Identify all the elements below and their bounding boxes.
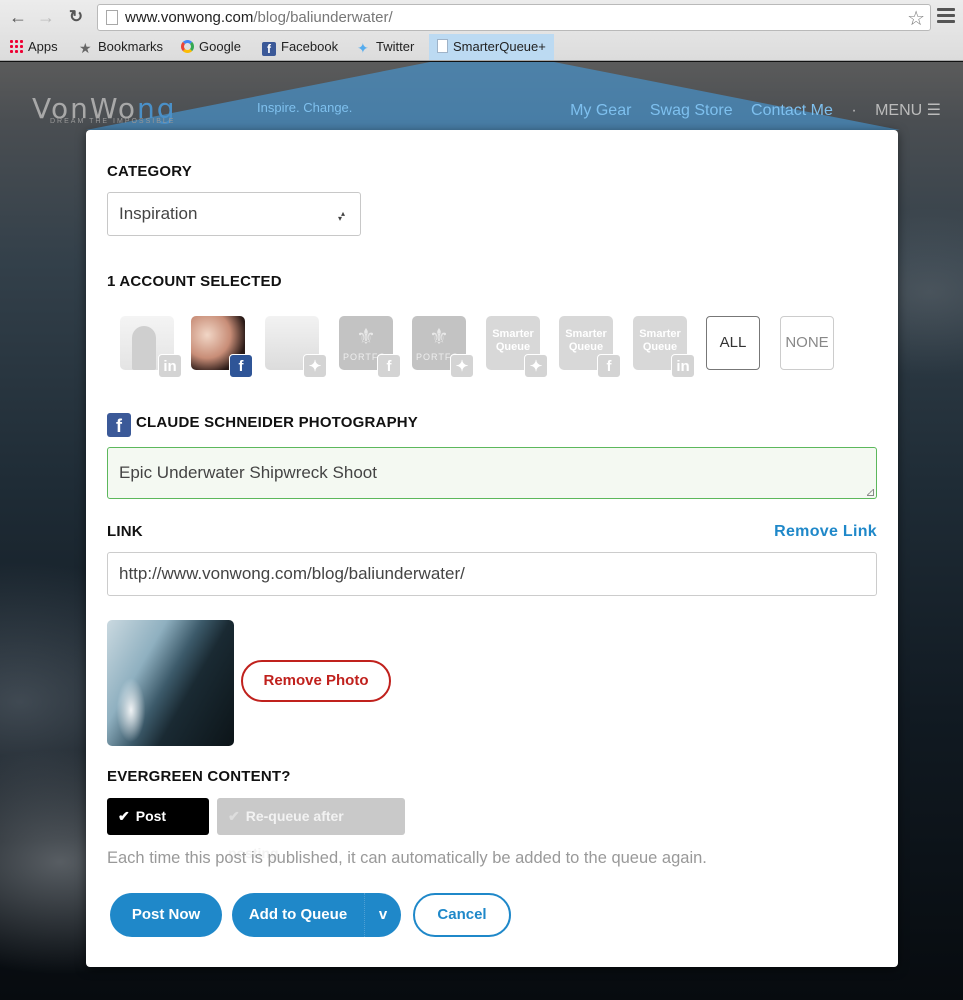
twitter-icon: ✦ bbox=[450, 354, 474, 378]
browser-menu-icon[interactable] bbox=[937, 8, 955, 26]
facebook-icon: f bbox=[107, 413, 131, 437]
category-label: CATEGORY bbox=[107, 163, 192, 180]
bookmark-label: Facebook bbox=[281, 39, 339, 54]
page-icon bbox=[437, 39, 448, 53]
evergreen-label: EVERGREEN CONTENT? bbox=[107, 768, 291, 785]
remove-photo-button[interactable]: Remove Photo bbox=[241, 660, 391, 702]
account-picker: in f ✦ ⚜ PORTFO f ⚜ PORTFO ✦ Smarter Que… bbox=[120, 316, 850, 378]
message-text: Epic Underwater Shipwreck Shoot bbox=[119, 463, 377, 482]
reload-icon[interactable]: ↻ bbox=[66, 7, 86, 27]
nav-menu[interactable]: MENU ☰ bbox=[875, 102, 941, 119]
bookmark-label: Apps bbox=[28, 39, 58, 54]
nav-separator: · bbox=[851, 102, 857, 119]
linkedin-icon: in bbox=[671, 354, 695, 378]
bookmark-star-icon[interactable]: ☆ bbox=[907, 6, 925, 31]
bookmarks-bar: Apps ★ Bookmarks Google f Facebook ✦ Twitte… bbox=[0, 34, 963, 60]
account-smarterqueue-twitter[interactable]: Smarter Queue ✦ bbox=[486, 316, 548, 378]
queue-options-dropdown[interactable]: v bbox=[365, 893, 401, 937]
nav-swag-store[interactable]: Swag Store bbox=[650, 102, 733, 119]
google-icon bbox=[181, 40, 194, 53]
account-smarterqueue-facebook[interactable]: Smarter Queue f bbox=[559, 316, 621, 378]
bookmark-label: Google bbox=[199, 39, 241, 54]
select-arrows-icon: ▴▾ bbox=[337, 209, 345, 223]
bookmark-google[interactable]: Google bbox=[181, 34, 241, 60]
evergreen-help-text: Each time this post is published, it can… bbox=[107, 849, 707, 867]
add-to-queue-split-button: Add to Queue v bbox=[232, 893, 401, 937]
select-all-button[interactable]: ALL bbox=[706, 316, 760, 370]
message-textarea[interactable]: Epic Underwater Shipwreck Shoot bbox=[107, 447, 877, 499]
post-now-button[interactable]: Post Now bbox=[110, 893, 222, 937]
link-input[interactable]: http://www.vonwong.com/blog/baliunderwat… bbox=[107, 552, 877, 596]
fleur-de-lis-icon: ⚜ bbox=[429, 324, 449, 349]
page-icon bbox=[106, 10, 118, 25]
address-bar[interactable]: www.vonwong.com/blog/baliunderwater/ ☆ bbox=[97, 4, 931, 31]
site-nav: My Gear Swag Store Contact Me · MENU ☰ bbox=[556, 100, 941, 120]
forward-arrow-icon[interactable]: → bbox=[36, 7, 56, 27]
accounts-selected-label: 1 ACCOUNT SELECTED bbox=[107, 273, 282, 290]
browser-toolbar: ← → ↻ www.vonwong.com/blog/baliunderwate… bbox=[0, 0, 963, 61]
star-icon: ★ bbox=[79, 40, 92, 56]
facebook-icon: f bbox=[377, 354, 401, 378]
facebook-icon: f bbox=[262, 42, 276, 56]
post-once-toggle[interactable]: ✔ Post once bbox=[107, 798, 209, 861]
account-heading: CLAUDE SCHNEIDER PHOTOGRAPHY bbox=[136, 414, 419, 431]
requeue-toggle[interactable]: ✔ Re-queue after posting bbox=[217, 798, 405, 861]
bookmark-label: Twitter bbox=[376, 39, 415, 54]
add-to-queue-button[interactable]: Add to Queue bbox=[232, 893, 364, 937]
smarterqueue-post-dialog: CATEGORY Inspiration ▴▾ 1 ACCOUNT SELECT… bbox=[86, 130, 898, 967]
url-host: www.vonwong.com bbox=[125, 9, 254, 26]
account-label: Smarter Queue bbox=[492, 328, 534, 353]
link-preview-image bbox=[107, 620, 234, 746]
link-label: LINK bbox=[107, 523, 143, 540]
nav-my-gear[interactable]: My Gear bbox=[570, 102, 631, 119]
account-claude-schneider-photography[interactable]: f bbox=[191, 316, 253, 378]
resize-handle-icon[interactable] bbox=[867, 489, 874, 496]
bookmark-twitter[interactable]: ✦ Twitter bbox=[357, 34, 414, 60]
checkmark-icon: ✔ bbox=[118, 808, 130, 824]
bookmark-label: Bookmarks bbox=[98, 39, 164, 54]
twitter-icon: ✦ bbox=[524, 354, 548, 378]
account-portfolio-facebook[interactable]: ⚜ PORTFO f bbox=[339, 316, 401, 378]
account-linkedin-profile[interactable]: in bbox=[120, 316, 182, 378]
account-portfolio-twitter[interactable]: ⚜ PORTFO ✦ bbox=[412, 316, 474, 378]
apps-grid-icon bbox=[9, 39, 23, 53]
bookmark-apps[interactable]: Apps bbox=[9, 34, 58, 60]
linkedin-icon: in bbox=[158, 354, 182, 378]
bookmark-bookmarks[interactable]: ★ Bookmarks bbox=[79, 34, 163, 60]
site-tagline: Inspire. Change. bbox=[257, 100, 353, 115]
facebook-icon: f bbox=[229, 354, 253, 378]
account-label: Smarter Queue bbox=[639, 328, 681, 353]
twitter-icon: ✦ bbox=[303, 354, 327, 378]
twitter-icon: ✦ bbox=[357, 40, 369, 56]
url-text[interactable]: www.vonwong.com/blog/baliunderwater/ bbox=[125, 9, 393, 26]
bookmark-smarterqueue[interactable]: SmarterQueue+ bbox=[429, 34, 554, 60]
account-smarterqueue-linkedin[interactable]: Smarter Queue in bbox=[633, 316, 695, 378]
link-value: http://www.vonwong.com/blog/baliunderwat… bbox=[119, 564, 465, 583]
bookmark-label: SmarterQueue+ bbox=[453, 39, 546, 54]
logo-tagline: DREAM THE IMPOSSIBLE bbox=[50, 118, 176, 125]
category-value: Inspiration bbox=[119, 204, 198, 223]
account-label: Smarter Queue bbox=[565, 328, 607, 353]
bookmark-facebook[interactable]: f Facebook bbox=[262, 34, 338, 60]
account-twitter-profile[interactable]: ✦ bbox=[265, 316, 327, 378]
fleur-de-lis-icon: ⚜ bbox=[356, 324, 376, 349]
remove-link-button[interactable]: Remove Link bbox=[774, 523, 877, 541]
select-none-button[interactable]: NONE bbox=[780, 316, 834, 370]
checkmark-icon: ✔ bbox=[228, 808, 240, 824]
url-path: /blog/baliunderwater/ bbox=[253, 9, 393, 26]
category-select[interactable]: Inspiration ▴▾ bbox=[107, 192, 361, 236]
cancel-button[interactable]: Cancel bbox=[413, 893, 511, 937]
nav-contact-me[interactable]: Contact Me bbox=[751, 102, 833, 119]
back-arrow-icon[interactable]: ← bbox=[8, 7, 28, 27]
facebook-icon: f bbox=[597, 354, 621, 378]
